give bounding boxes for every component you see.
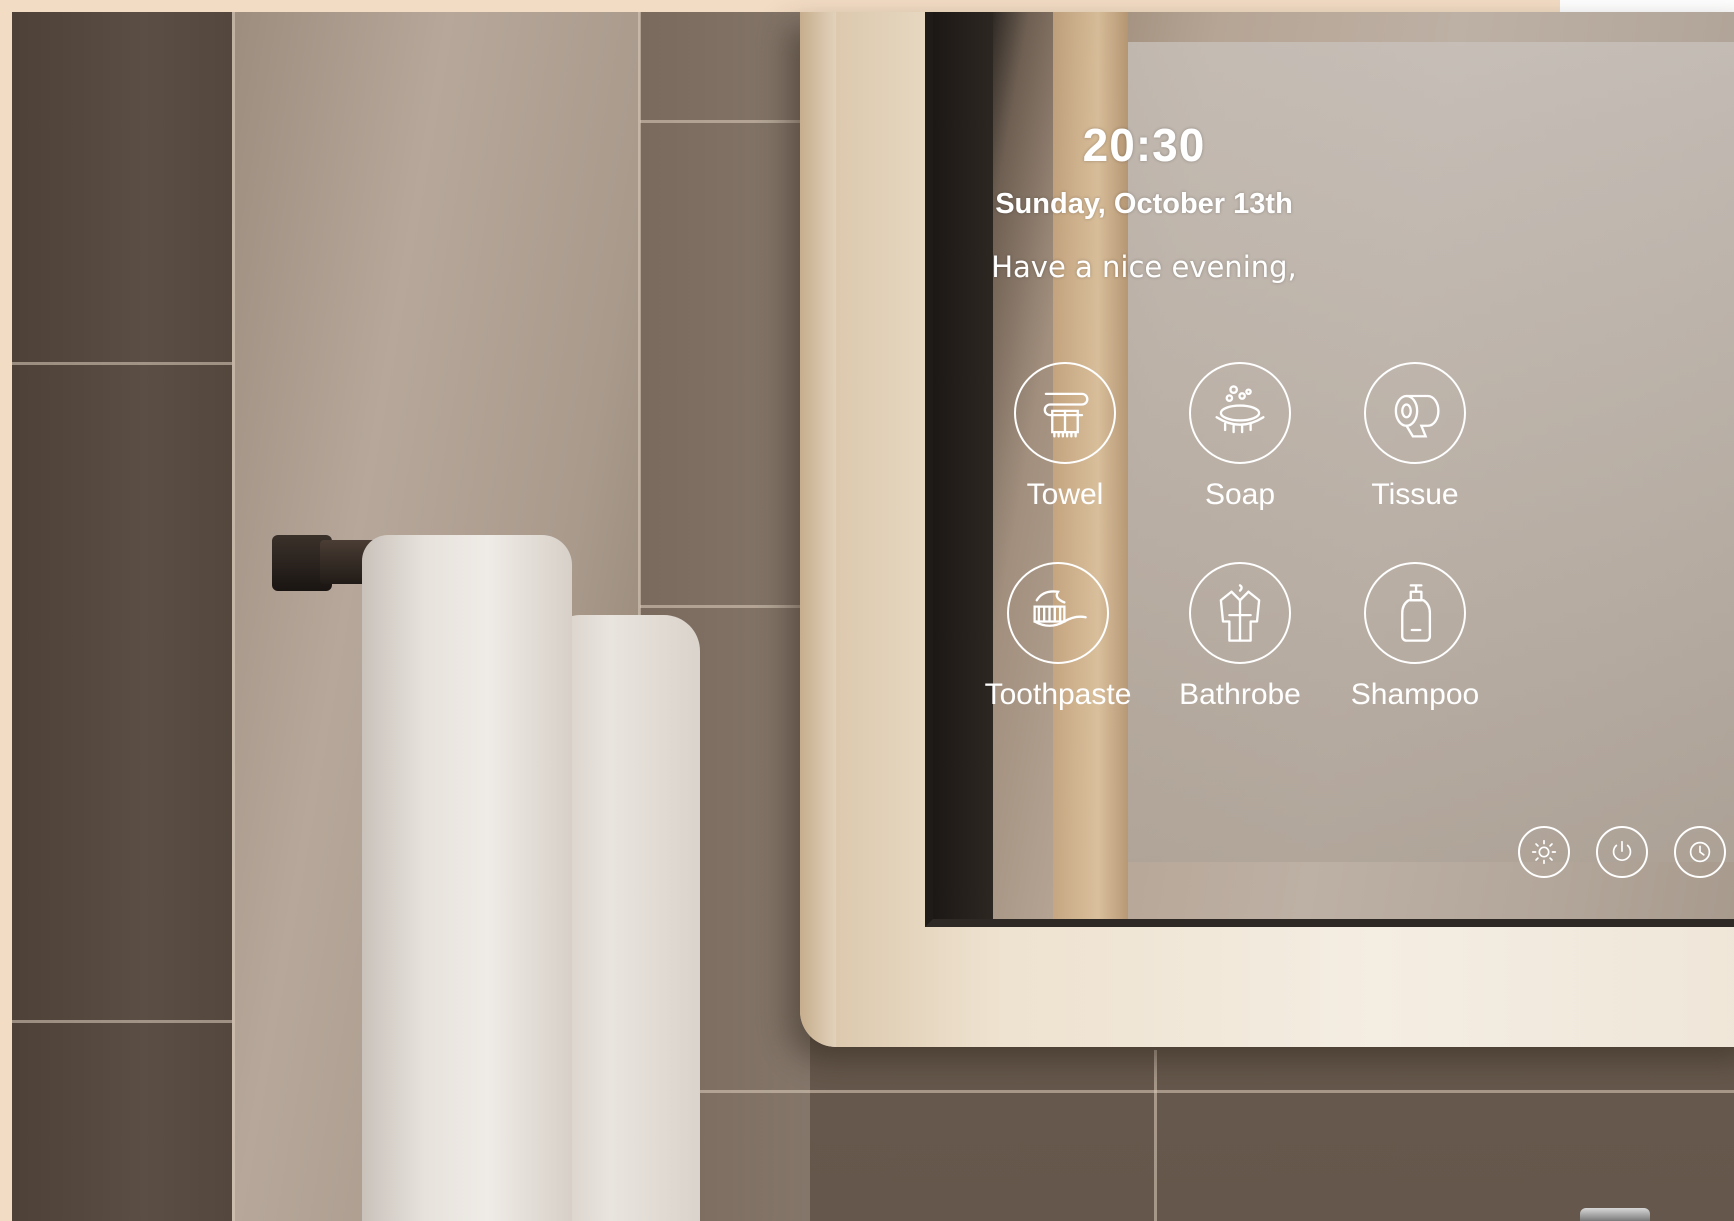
tissue-roll-icon — [1364, 362, 1466, 464]
power-button[interactable] — [1596, 826, 1648, 878]
towel-rack-icon — [1014, 362, 1116, 464]
clock-icon — [1689, 841, 1711, 863]
shampoo-button[interactable]: Shampoo — [1330, 562, 1500, 732]
soap-label: Soap — [1204, 478, 1276, 511]
greeting-text: Have a nice evening, — [991, 250, 1297, 284]
tissue-button[interactable]: Tissue — [1330, 362, 1500, 532]
power-icon — [1612, 840, 1632, 861]
tissue-label: Tissue — [1371, 478, 1459, 511]
toothpaste-icon — [1007, 562, 1109, 664]
clock-button[interactable] — [1674, 826, 1726, 878]
towel-button[interactable]: Towel — [980, 362, 1150, 532]
toothpaste-button[interactable]: Toothpaste — [973, 562, 1143, 732]
smart-mirror-ui: 20:30 Sunday, October 13th Have a nice e… — [0, 0, 1734, 1221]
soap-icon — [1189, 362, 1291, 464]
brightness-button[interactable] — [1518, 826, 1570, 878]
clock-time: 20:30 — [1082, 119, 1206, 171]
towel-label: Towel — [1026, 478, 1104, 511]
date-text: Sunday, October 13th — [995, 188, 1293, 220]
bathrobe-label: Bathrobe — [1179, 678, 1301, 711]
soap-button[interactable]: Soap — [1155, 362, 1325, 532]
brightness-icon — [1531, 839, 1557, 865]
shampoo-bottle-icon — [1364, 562, 1466, 664]
bathrobe-button[interactable]: Bathrobe — [1155, 562, 1325, 732]
toothpaste-label: Toothpaste — [984, 678, 1132, 711]
shampoo-label: Shampoo — [1350, 678, 1480, 711]
bathrobe-icon — [1189, 562, 1291, 664]
